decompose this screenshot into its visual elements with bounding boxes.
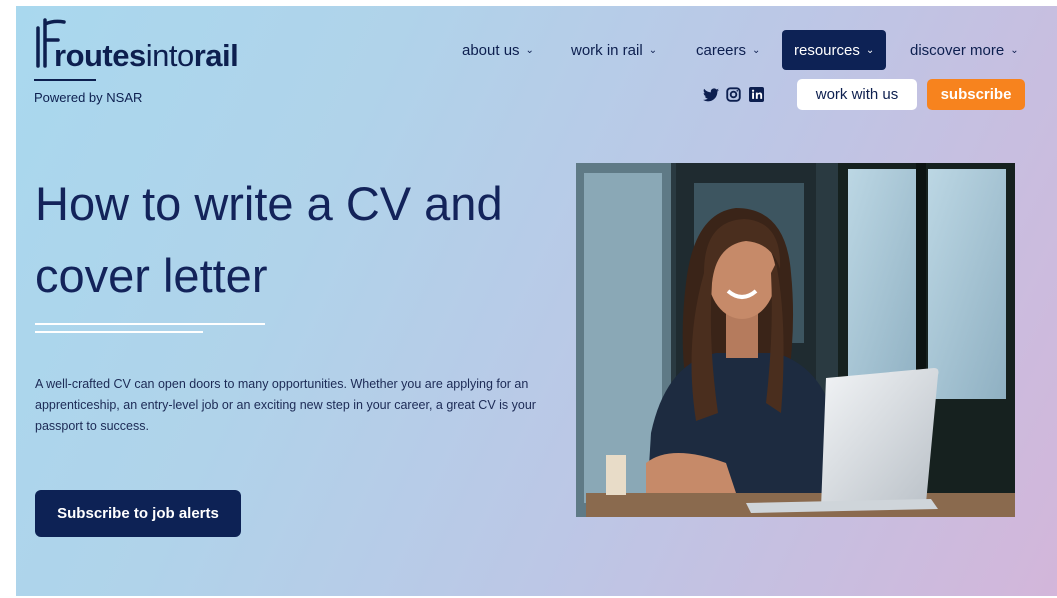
logo-tagline: Powered by NSAR	[34, 90, 143, 105]
title-divider-line-short	[35, 331, 203, 333]
twitter-icon[interactable]	[702, 86, 719, 103]
chevron-down-icon: ⌄	[752, 44, 761, 56]
chevron-down-icon: ⌄	[525, 44, 534, 56]
hero-description: A well-crafted CV can open doors to many…	[35, 377, 536, 433]
page-canvas: routesintorail Powered by NSAR about us ⌄…	[16, 6, 1057, 596]
linkedin-icon[interactable]	[748, 86, 765, 103]
social-links	[702, 86, 765, 103]
nav-item-label: resources	[794, 41, 860, 59]
instagram-icon[interactable]	[725, 86, 742, 103]
nav-item-discover-more[interactable]: discover more ⌄	[910, 30, 1019, 70]
title-divider-line	[35, 323, 265, 325]
work-with-us-button[interactable]: work with us	[797, 79, 917, 110]
logo-underline	[34, 79, 96, 81]
logo-wordmark: routesintorail	[54, 38, 239, 73]
nav-item-about-us[interactable]: about us ⌄	[462, 30, 534, 70]
hero-photo	[576, 163, 1015, 517]
page-title: How to write a CV and cover letter	[35, 168, 555, 312]
chevron-down-icon: ⌄	[1010, 44, 1019, 56]
chevron-down-icon: ⌄	[865, 44, 875, 56]
nav-item-label: work in rail	[571, 41, 643, 59]
subscribe-job-alerts-button[interactable]: Subscribe to job alerts	[35, 490, 241, 537]
nav-item-careers[interactable]: careers ⌄	[696, 30, 760, 70]
chevron-down-icon: ⌄	[648, 44, 658, 56]
nav-item-work-in-rail[interactable]: work in rail ⌄	[571, 30, 657, 70]
nav-item-label: about us	[462, 41, 520, 59]
nav-item-resources[interactable]: resources ⌄	[782, 30, 887, 70]
page-title-line-1: How to write a CV and	[35, 177, 503, 230]
nav-item-label: discover more	[910, 41, 1005, 59]
page-title-line-2: cover letter	[35, 249, 268, 302]
subscribe-button[interactable]: subscribe	[927, 79, 1025, 110]
hero-photo-illustration	[576, 163, 1015, 517]
nav-item-label: careers	[696, 41, 747, 59]
